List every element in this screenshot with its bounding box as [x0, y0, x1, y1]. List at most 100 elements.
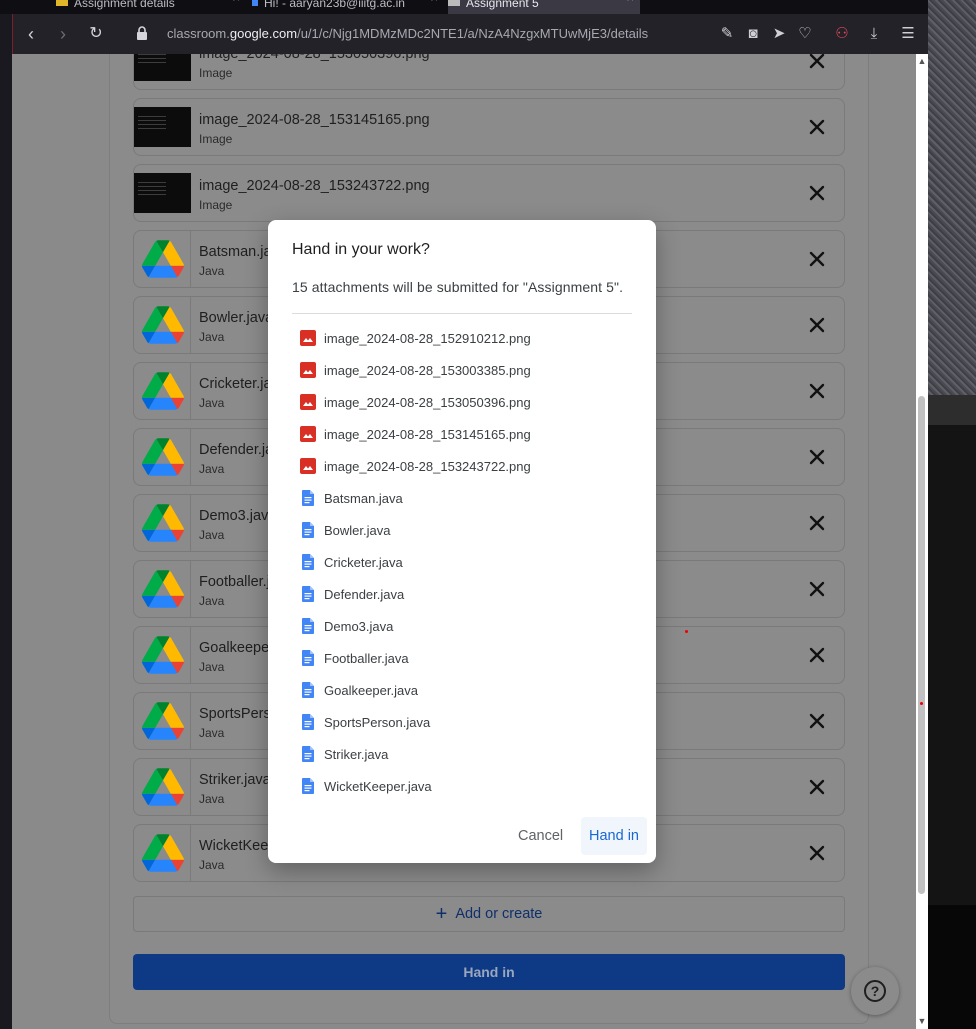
image-file-icon — [300, 426, 316, 442]
tab-assignment-5[interactable]: Assignment 5 × — [448, 0, 640, 14]
attachment-type: Java — [199, 726, 225, 740]
document-file-icon — [302, 714, 314, 730]
cancel-button[interactable]: Cancel — [510, 817, 571, 855]
google-drive-icon — [142, 240, 184, 278]
google-drive-icon — [142, 504, 184, 542]
image-file-icon — [300, 330, 316, 346]
dialog-file-name: image_2024-08-28_152910212.png — [324, 331, 531, 346]
remove-attachment-icon[interactable] — [806, 512, 828, 534]
remove-attachment-icon[interactable] — [806, 248, 828, 270]
heart-icon[interactable]: ♡ — [795, 24, 815, 44]
classroom-favicon-icon — [448, 0, 460, 6]
confirm-hand-in-button[interactable]: Hand in — [581, 817, 647, 855]
image-file-icon — [300, 458, 316, 474]
tab-gmail[interactable]: Hi! - aaryan23b@iiitg.ac.in × — [252, 0, 444, 14]
dialog-file-name: Cricketer.java — [324, 555, 403, 570]
dialog-title: Hand in your work? — [292, 241, 430, 258]
download-icon[interactable]: ⤓ — [864, 24, 884, 44]
drive-thumbnail — [134, 231, 191, 287]
document-file-icon — [302, 650, 314, 666]
attachment-type: Java — [199, 462, 225, 476]
attachment-name: Demo3.java — [199, 508, 277, 524]
google-drive-icon — [142, 306, 184, 344]
lock-icon — [137, 26, 147, 40]
scroll-down-icon[interactable]: ▼ — [917, 1016, 927, 1026]
google-drive-icon — [142, 702, 184, 740]
attachment-type: Java — [199, 528, 225, 542]
google-drive-icon — [142, 570, 184, 608]
attachment-item[interactable]: image_2024-08-28_153050396.png Image — [133, 54, 845, 90]
divider — [292, 313, 632, 314]
attachment-type: Java — [199, 264, 225, 278]
tab-strip: Assignment details × Hi! - aaryan23b@iii… — [0, 0, 928, 14]
remove-attachment-icon[interactable] — [806, 776, 828, 798]
add-or-create-label: Add or create — [455, 906, 543, 922]
remove-attachment-icon[interactable] — [806, 644, 828, 666]
hand-in-button[interactable]: Hand in — [133, 954, 845, 990]
dialog-file-name: Batsman.java — [324, 491, 403, 506]
reload-icon[interactable]: ↻ — [86, 24, 106, 44]
drive-thumbnail — [134, 693, 191, 749]
close-tab-icon[interactable]: × — [626, 0, 634, 4]
document-file-icon — [302, 554, 314, 570]
document-file-icon — [302, 586, 314, 602]
remove-attachment-icon[interactable] — [806, 116, 828, 138]
browser-sidebar — [0, 14, 12, 1029]
remove-attachment-icon[interactable] — [806, 380, 828, 402]
dialog-file-name: image_2024-08-28_153145165.png — [324, 427, 531, 442]
attachment-type: Java — [199, 792, 225, 806]
edit-page-icon[interactable]: ✎ — [717, 24, 737, 44]
drive-thumbnail — [134, 429, 191, 485]
dialog-file-name: Demo3.java — [324, 619, 394, 634]
scroll-up-icon[interactable]: ▲ — [917, 56, 927, 66]
attachment-name: image_2024-08-28_153145165.png — [199, 112, 430, 128]
google-drive-icon — [142, 834, 184, 872]
dialog-file-name: Defender.java — [324, 587, 405, 602]
menu-icon[interactable]: ☰ — [898, 24, 918, 44]
send-icon[interactable]: ➤ — [769, 24, 789, 44]
drive-thumbnail — [134, 627, 191, 683]
camera-icon[interactable]: ◙ — [743, 24, 763, 44]
close-tab-icon[interactable]: × — [232, 0, 240, 4]
google-drive-icon — [142, 636, 184, 674]
remove-attachment-icon[interactable] — [806, 314, 828, 336]
image-file-icon — [300, 394, 316, 410]
attachment-type: Java — [199, 396, 225, 410]
dialog-subtitle: 15 attachments will be submitted for "As… — [292, 279, 624, 295]
remove-attachment-icon[interactable] — [806, 710, 828, 732]
drive-thumbnail — [134, 363, 191, 419]
scrollbar-thumb[interactable] — [918, 396, 925, 894]
drive-thumbnail — [134, 759, 191, 815]
dialog-file-name: Striker.java — [324, 747, 389, 762]
remove-attachment-icon[interactable] — [806, 842, 828, 864]
dialog-file-name: SportsPerson.java — [324, 715, 431, 730]
image-file-icon — [300, 362, 316, 378]
back-icon[interactable]: ‹ — [21, 24, 41, 44]
close-tab-icon[interactable]: × — [430, 0, 438, 4]
cursor-dot — [920, 702, 923, 705]
add-or-create-button[interactable]: + Add or create — [133, 896, 845, 932]
document-file-icon — [302, 778, 314, 794]
attachment-item[interactable]: image_2024-08-28_153243722.png Image — [133, 164, 845, 222]
remove-attachment-icon[interactable] — [806, 182, 828, 204]
remove-attachment-icon[interactable] — [806, 446, 828, 468]
dialog-file-name: image_2024-08-28_153003385.png — [324, 363, 531, 378]
url-field[interactable]: classroom.google.com/u/1/c/Njg1MDMzMDc2N… — [167, 26, 648, 41]
attachment-name: image_2024-08-28_153050396.png — [199, 54, 430, 62]
forward-icon[interactable]: › — [53, 24, 73, 44]
tab-assignment-details[interactable]: Assignment details × — [56, 0, 246, 14]
document-file-icon — [302, 682, 314, 698]
image-thumbnail — [134, 54, 191, 81]
document-file-icon — [302, 490, 314, 506]
profile-icon[interactable]: ⚇ — [832, 24, 852, 44]
attachment-item[interactable]: image_2024-08-28_153145165.png Image — [133, 98, 845, 156]
attachment-type: Java — [199, 660, 225, 674]
image-thumbnail — [134, 107, 191, 147]
tab-label: Assignment details — [74, 0, 175, 10]
help-button[interactable]: ? — [851, 967, 899, 1015]
page-scrollbar[interactable]: ▲ ▼ — [916, 54, 928, 1029]
remove-attachment-icon[interactable] — [806, 54, 828, 72]
remove-attachment-icon[interactable] — [806, 578, 828, 600]
drive-thumbnail — [134, 561, 191, 617]
image-thumbnail — [134, 173, 191, 213]
